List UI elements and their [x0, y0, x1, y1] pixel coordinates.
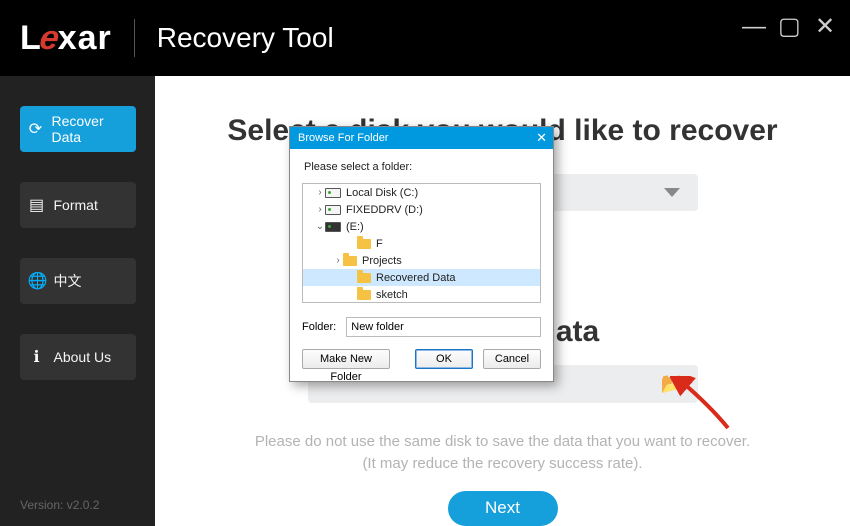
tree-item[interactable]: › FIXEDDRV (D:) [303, 201, 540, 218]
sidebar-item-label: Recover Data [51, 113, 127, 145]
dialog-title: Browse For Folder [298, 132, 388, 144]
format-icon: ▤ [28, 195, 46, 215]
twisty-icon[interactable]: › [333, 255, 343, 266]
dialog-close-icon[interactable]: ✕ [536, 132, 547, 144]
make-new-folder-button[interactable]: Make New Folder [302, 349, 390, 369]
ok-button[interactable]: OK [415, 349, 473, 369]
warning-note: Please do not use the same disk to save … [255, 431, 750, 475]
sidebar-item-recover[interactable]: ⟳ Recover Data [20, 106, 136, 152]
sidebar-item-language[interactable]: 🌐 中文 [20, 258, 136, 304]
twisty-icon[interactable]: › [315, 204, 325, 215]
note-line: (It may reduce the recovery success rate… [255, 453, 750, 475]
folder-name-row: Folder: [290, 303, 553, 343]
title-bar: Lexar Recovery Tool — ▢ ✕ [0, 0, 850, 76]
sidebar: ⟳ Recover Data ▤ Format 🌐 中文 ℹ About Us … [0, 76, 155, 526]
tree-item[interactable]: › Projects [303, 252, 540, 269]
tree-label: Recovered Data [376, 272, 456, 284]
folder-name-input[interactable] [346, 317, 541, 337]
sidebar-item-format[interactable]: ▤ Format [20, 182, 136, 228]
tool-title: Recovery Tool [157, 22, 334, 54]
sidebar-item-label: About Us [54, 349, 112, 365]
tree-label: Projects [362, 255, 402, 267]
tree-item[interactable]: ⌄ (E:) [303, 218, 540, 235]
divider [134, 19, 135, 57]
button-label: Make New Folder [320, 353, 372, 383]
dialog-prompt: Please select a folder: [290, 149, 553, 183]
chevron-down-icon [664, 188, 680, 197]
twisty-icon[interactable]: › [315, 187, 325, 198]
tree-label: Local Disk (C:) [346, 187, 418, 199]
dialog-titlebar[interactable]: Browse For Folder ✕ [290, 127, 553, 149]
drive-icon [325, 222, 341, 232]
folder-icon [343, 256, 357, 266]
info-icon: ℹ [28, 347, 46, 367]
next-label: Next [485, 498, 520, 518]
tree-item[interactable]: › Local Disk (C:) [303, 184, 540, 201]
globe-icon: 🌐 [28, 271, 46, 291]
sidebar-item-label: 中文 [54, 271, 82, 291]
folder-icon [357, 239, 371, 249]
window-controls: — ▢ ✕ [742, 16, 836, 38]
note-line: Please do not use the same disk to save … [255, 431, 750, 453]
brand-accent: e [37, 19, 62, 58]
recover-icon: ⟳ [28, 119, 44, 139]
version-label: Version: v2.0.2 [20, 498, 99, 512]
folder-icon [357, 290, 371, 300]
button-label: OK [436, 353, 452, 365]
tree-label: F [376, 238, 383, 250]
twisty-icon[interactable]: ⌄ [315, 221, 325, 232]
folder-icon [357, 273, 371, 283]
browse-folder-dialog: Browse For Folder ✕ Please select a fold… [289, 126, 554, 382]
tree-item[interactable]: sketch [303, 286, 540, 303]
minimize-icon[interactable]: — [742, 16, 764, 38]
tree-label: FIXEDDRV (D:) [346, 204, 423, 216]
tree-label: (E:) [346, 221, 364, 233]
tree-label: sketch [376, 289, 408, 301]
drive-icon [325, 188, 341, 198]
folder-label: Folder: [302, 321, 336, 333]
button-label: Cancel [495, 353, 529, 365]
open-folder-icon[interactable]: 📂 [661, 371, 686, 396]
folder-tree[interactable]: › Local Disk (C:) › FIXEDDRV (D:) ⌄ (E:)… [302, 183, 541, 303]
drive-icon [325, 205, 341, 215]
dialog-buttons: Make New Folder OK Cancel [290, 343, 553, 381]
sidebar-item-label: Format [54, 197, 98, 213]
close-icon[interactable]: ✕ [814, 16, 836, 38]
next-button[interactable]: Next [448, 491, 558, 526]
tree-item[interactable]: F [303, 235, 540, 252]
brand-logo: Lexar [20, 19, 112, 58]
sidebar-item-about[interactable]: ℹ About Us [20, 334, 136, 380]
tree-item-selected[interactable]: Recovered Data [303, 269, 540, 286]
maximize-icon[interactable]: ▢ [778, 16, 800, 38]
cancel-button[interactable]: Cancel [483, 349, 541, 369]
